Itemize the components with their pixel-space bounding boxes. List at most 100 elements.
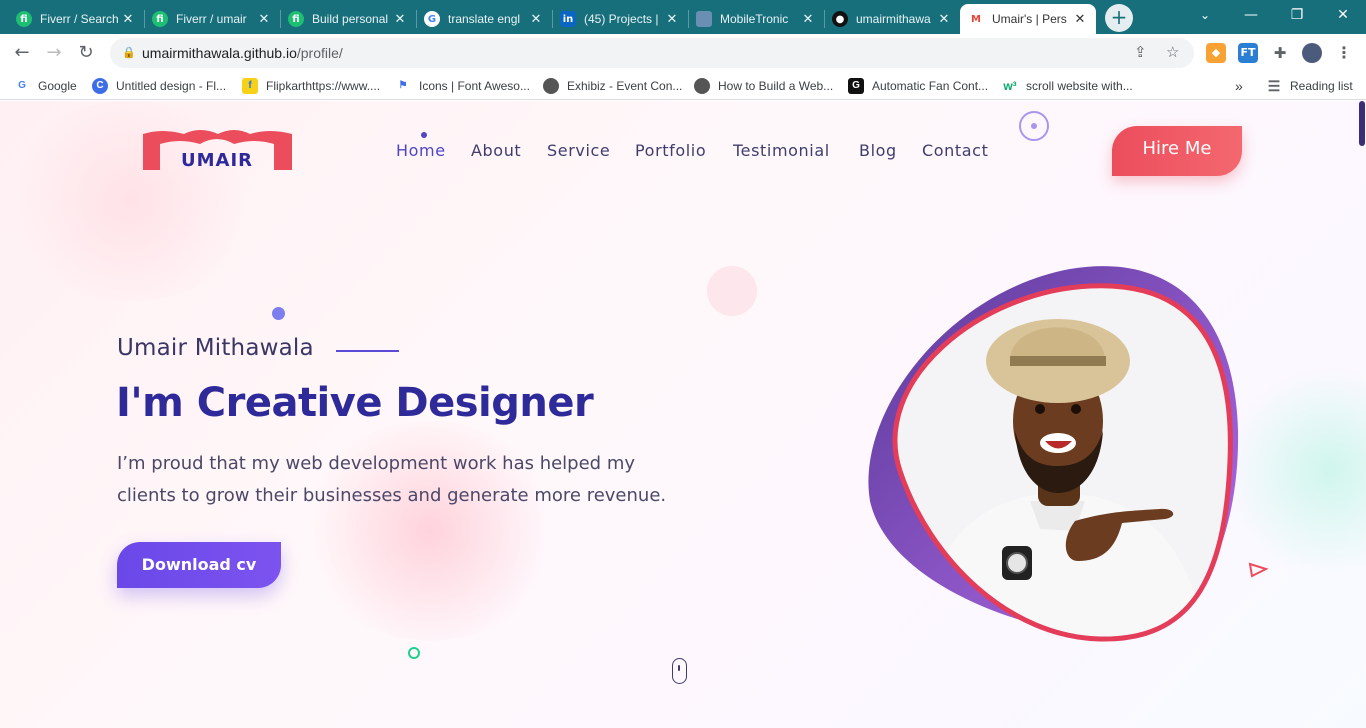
tab-title: translate engl <box>448 12 521 26</box>
puzzle-icon[interactable]: ✚ <box>1270 43 1290 63</box>
lock-icon: 🔒 <box>122 47 136 59</box>
fiverr-icon: fi <box>152 11 168 27</box>
browser-tab[interactable]: MobileTronic ✕ <box>688 4 824 34</box>
share-icon[interactable]: ⇪ <box>1134 38 1147 68</box>
browser-tab[interactable]: fi Fiverr / umair ✕ <box>144 4 280 34</box>
bookmark-item[interactable]: G Google <box>14 77 77 95</box>
google-icon: G <box>18 80 26 91</box>
page-viewport: UMAIR Home About Service Portfolio Testi… <box>0 101 1366 728</box>
scrollbar-thumb[interactable] <box>1359 101 1365 146</box>
globe-icon <box>543 78 559 94</box>
nav-active-indicator <box>421 132 427 138</box>
forward-icon[interactable]: → <box>42 41 66 65</box>
hero-description: I’m proud that my web development work h… <box>117 453 667 506</box>
reading-list-icon: ☰ <box>1267 78 1281 94</box>
hero-headline: I'm Creative Designer <box>116 380 594 426</box>
browser-toolbar: ← → ↻ 🔒 umairmithawala.github.io/profile… <box>0 34 1366 72</box>
reload-icon[interactable]: ↻ <box>74 41 98 65</box>
bookmark-label: Exhibiz - Event Con... <box>567 79 683 93</box>
decorative-dot <box>272 307 285 320</box>
url-host: umairmithawala.github.io <box>142 45 297 61</box>
hero-name: Umair Mithawala <box>117 335 314 361</box>
bookmarks-overflow-icon[interactable]: » <box>1235 77 1243 95</box>
extension-icon[interactable]: ◆ <box>1206 43 1226 63</box>
flag-icon: ⚑ <box>398 80 408 91</box>
menu-kebab-icon[interactable]: ⋮ <box>1334 43 1354 63</box>
bookmark-label: How to Build a Web... <box>718 79 834 93</box>
close-tab-icon[interactable]: ✕ <box>664 12 680 27</box>
avatar[interactable] <box>1302 43 1322 63</box>
bookmark-star-icon[interactable]: ☆ <box>1166 38 1179 68</box>
close-tab-icon[interactable]: ✕ <box>528 12 544 27</box>
reading-list-button[interactable]: ☰ Reading list <box>1266 77 1353 95</box>
fiverr-icon: fi <box>288 11 304 27</box>
hire-me-button[interactable]: Hire Me <box>1112 126 1242 176</box>
site-logo[interactable]: UMAIR <box>140 126 294 172</box>
browser-tab[interactable]: fi Build personal ✕ <box>280 4 416 34</box>
linkedin-icon: in <box>560 11 576 27</box>
minimize-icon[interactable]: — <box>1228 0 1274 30</box>
nav-home[interactable]: Home <box>396 141 446 160</box>
bookmark-label: scroll website with... <box>1026 79 1133 93</box>
scroll-mouse-icon[interactable] <box>672 658 687 684</box>
browser-tab[interactable]: fi Fiverr / Search ✕ <box>8 4 144 34</box>
restore-icon[interactable]: ❐ <box>1274 0 1320 30</box>
browser-tab[interactable]: G translate engl ✕ <box>416 4 552 34</box>
bookmark-label: Google <box>38 79 77 93</box>
background-blob <box>1230 361 1366 581</box>
nav-service[interactable]: Service <box>547 141 610 160</box>
new-tab-button[interactable]: + <box>1105 4 1133 32</box>
nav-contact[interactable]: Contact <box>922 141 988 160</box>
flipkart-icon: f <box>242 78 258 94</box>
close-tab-icon[interactable]: ✕ <box>800 12 816 27</box>
browser-tab[interactable]: in (45) Projects | ✕ <box>552 4 688 34</box>
bookmark-item[interactable]: Exhibiz - Event Con... <box>543 77 682 95</box>
logo-mark: UMAIR <box>143 130 292 171</box>
google-icon: G <box>424 11 440 27</box>
canva-icon: C <box>92 78 108 94</box>
download-cv-button[interactable]: Download cv <box>117 542 281 588</box>
close-tab-icon[interactable]: ✕ <box>1072 12 1088 27</box>
reading-list-label: Reading list <box>1290 79 1353 93</box>
close-tab-icon[interactable]: ✕ <box>392 12 408 27</box>
nav-about[interactable]: About <box>471 141 521 160</box>
browser-tab[interactable]: ● umairmithawa ✕ <box>824 4 960 34</box>
page-scrollbar[interactable] <box>1358 101 1366 728</box>
extension-ft-icon[interactable]: FT <box>1238 43 1258 63</box>
bookmark-item[interactable]: C Untitled design - Fl... <box>92 77 226 95</box>
nav-blog[interactable]: Blog <box>859 141 897 160</box>
tab-title: (45) Projects | <box>584 12 659 26</box>
tab-title: Fiverr / Search <box>40 12 119 26</box>
tab-title: MobileTronic <box>720 12 789 26</box>
bookmark-item[interactable]: G Automatic Fan Cont... <box>848 77 988 95</box>
github-icon: ● <box>832 11 848 27</box>
tab-title: Build personal <box>312 12 389 26</box>
close-tab-icon[interactable]: ✕ <box>936 12 952 27</box>
url-path: /profile/ <box>296 45 343 61</box>
bookmark-label: Icons | Font Aweso... <box>419 79 530 93</box>
browser-tab-active[interactable]: M Umair's | Pers ✕ <box>960 4 1096 34</box>
decorative-ring <box>408 647 420 659</box>
gmail-icon: M <box>968 11 984 27</box>
decorative-ring <box>1019 111 1049 141</box>
w3-icon: w³ <box>1003 79 1017 93</box>
decorative-triangle-icon <box>1248 562 1269 578</box>
address-bar[interactable]: 🔒 umairmithawala.github.io/profile/ ⇪ ☆ <box>110 38 1194 68</box>
bookmark-item[interactable]: w³ scroll website with... <box>1002 77 1133 95</box>
nav-testimonial[interactable]: Testimonial <box>733 141 830 160</box>
bookmark-item[interactable]: ⚑ Icons | Font Aweso... <box>395 77 530 95</box>
tab-search-icon[interactable]: ⌄ <box>1182 0 1228 30</box>
close-window-icon[interactable]: ✕ <box>1320 0 1366 30</box>
nav-portfolio[interactable]: Portfolio <box>635 141 706 160</box>
logo-text: UMAIR <box>181 150 253 171</box>
tab-title: umairmithawa <box>856 12 931 26</box>
globe-icon <box>694 78 710 94</box>
back-icon[interactable]: ← <box>10 41 34 65</box>
globe-icon <box>696 11 712 27</box>
close-tab-icon[interactable]: ✕ <box>256 12 272 27</box>
name-underline <box>336 350 399 352</box>
close-tab-icon[interactable]: ✕ <box>120 12 136 27</box>
bookmark-item[interactable]: How to Build a Web... <box>694 77 833 95</box>
tab-title: Umair's | Pers <box>992 12 1067 26</box>
bookmark-item[interactable]: f Flipkarthttps://www.... <box>242 77 380 95</box>
